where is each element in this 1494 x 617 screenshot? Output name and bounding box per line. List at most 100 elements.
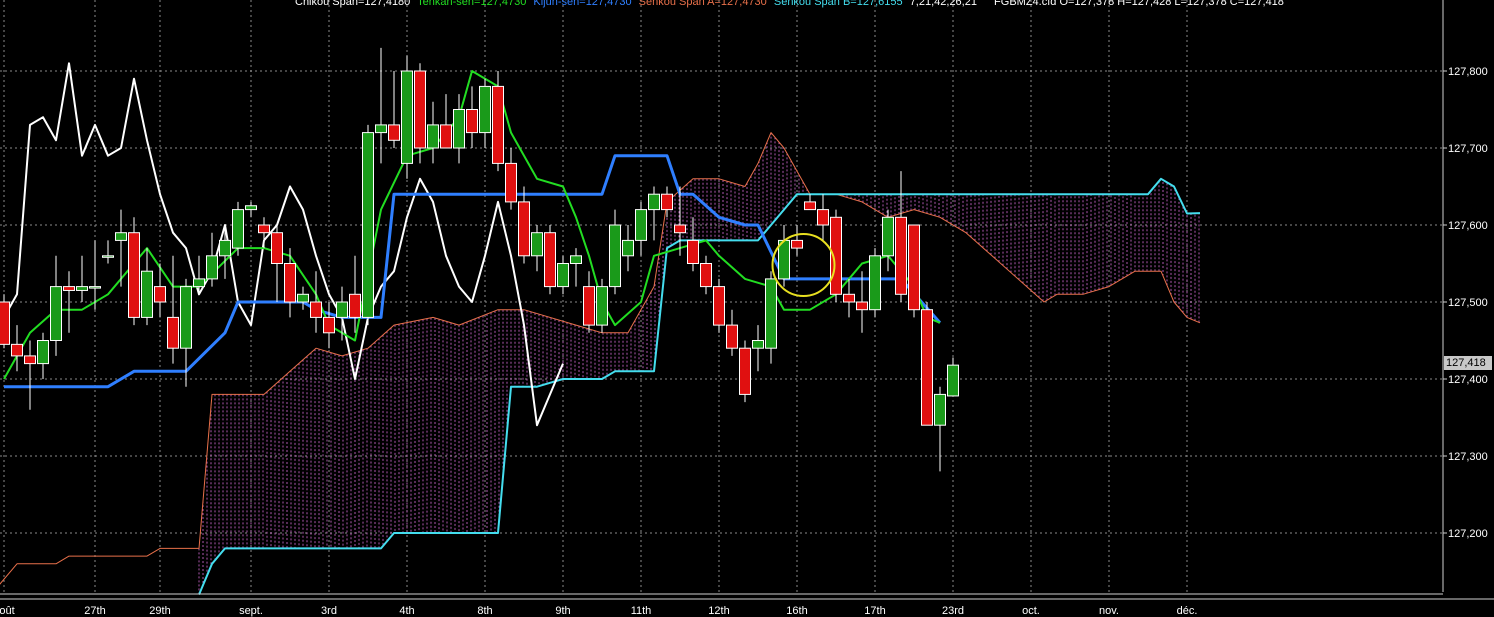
candle-body	[908, 224, 920, 311]
time-tick-label: 12th	[708, 605, 729, 617]
candle-body	[557, 263, 569, 288]
candle-body	[440, 124, 452, 149]
candle-body	[596, 286, 608, 326]
price-tick-label: 127,200	[1448, 528, 1488, 540]
candle-body	[414, 70, 426, 149]
candle-body	[921, 309, 933, 426]
time-tick-label: août	[0, 605, 15, 617]
candle-body	[583, 286, 595, 326]
time-tick-label: 16th	[786, 605, 807, 617]
candle-body	[336, 301, 348, 318]
candle-body	[271, 232, 283, 264]
candle-body	[375, 124, 387, 134]
candle-body	[661, 193, 673, 211]
time-tick-label: 23rd	[942, 605, 964, 617]
time-tick-label: 17th	[864, 605, 885, 617]
chikou-value: Chikou Span=127,4180	[295, 0, 411, 8]
candle-body	[791, 239, 803, 249]
candle-body	[323, 316, 335, 334]
time-tick-label: oct.	[1022, 605, 1040, 617]
candle-body	[817, 209, 829, 226]
candle-body	[622, 239, 634, 257]
candle-body	[895, 216, 907, 295]
time-tick-label: 8th	[477, 605, 492, 617]
candle-body	[37, 340, 49, 365]
candle-body	[427, 124, 439, 149]
candle-body	[362, 132, 374, 318]
candle-body	[0, 301, 10, 345]
candle-body	[752, 340, 764, 349]
candle-body	[804, 201, 816, 211]
price-tick-label: 127,800	[1448, 66, 1488, 78]
kijun-value: Kijun-sen=127,4730	[533, 0, 632, 8]
price-tick-label: 127,300	[1448, 451, 1488, 463]
price-tick-label: 127,400	[1448, 374, 1488, 386]
time-tick-label: 4th	[399, 605, 414, 617]
senkou-a-value: Senkou Span A=127,4730	[638, 0, 767, 8]
time-tick-label: 27th	[84, 605, 105, 617]
candle-body	[401, 70, 413, 164]
candle-body	[310, 301, 322, 318]
candle-body	[206, 255, 218, 280]
indicator-header: Chikou Span=127,4180 Tenkan-sen=127,4730…	[295, 0, 1288, 8]
candle-body	[50, 286, 62, 342]
tenkan-value: Tenkan-sen=127,4730	[417, 0, 527, 8]
candle-body	[869, 255, 881, 311]
candle-body	[232, 209, 244, 249]
time-tick-label: nov.	[1099, 605, 1119, 617]
candle-body	[167, 316, 179, 349]
senkou-b-value: Senkou Span B=127,6155	[773, 0, 903, 8]
candle-body	[726, 324, 738, 349]
candle-body	[63, 286, 75, 291]
time-tick-label: 3rd	[321, 605, 337, 617]
candle-body	[115, 232, 127, 241]
candle-body	[258, 224, 270, 234]
candle-body	[154, 286, 166, 303]
candle-body	[947, 364, 959, 397]
candle-body	[453, 109, 465, 149]
candle-body	[128, 232, 140, 318]
candle-body	[505, 162, 517, 203]
candle-body	[843, 293, 855, 303]
candle-body	[544, 232, 556, 288]
price-tick-label: 127,700	[1448, 143, 1488, 155]
time-tick-label: déc.	[1177, 605, 1198, 617]
candle-body	[531, 232, 543, 257]
candle-body	[297, 293, 309, 303]
candle-body	[102, 255, 114, 258]
candle-body	[284, 263, 296, 303]
candle-body	[635, 209, 647, 241]
candle-body	[76, 286, 88, 291]
candle-body	[739, 347, 751, 395]
candle-body	[180, 286, 192, 349]
candle-body	[11, 343, 23, 357]
chart-background	[0, 0, 1494, 617]
candle-body	[466, 109, 478, 134]
candle-body	[856, 301, 868, 311]
candle-body	[492, 85, 504, 164]
candle-body	[713, 286, 725, 326]
candle-body	[687, 239, 699, 264]
time-tick-label: 29th	[149, 605, 170, 617]
candle-body	[934, 393, 946, 426]
candle-body	[700, 263, 712, 288]
ohlc-value: FGBMZ4.cfd O=127,378 H=127,428 L=127,378…	[994, 0, 1284, 8]
last-price-label: 127,418	[1444, 356, 1492, 370]
candle-body	[518, 201, 530, 257]
candle-body	[648, 193, 660, 211]
ichimoku-chart[interactable]: 127,800 127,700 127,600 127,500 127,400 127,3…	[0, 0, 1494, 617]
candle-body	[245, 205, 257, 211]
candle-body	[388, 124, 400, 141]
candle-body	[570, 255, 582, 265]
candle-body	[219, 239, 231, 257]
candle-body	[141, 270, 153, 318]
candle-body	[193, 278, 205, 288]
time-tick-label: 9th	[555, 605, 570, 617]
candle-body	[882, 216, 894, 257]
candle-body	[674, 224, 686, 234]
candle-body	[609, 224, 621, 288]
time-tick-label: 11th	[631, 605, 652, 617]
candle-body	[765, 278, 777, 349]
price-tick-label: 127,500	[1448, 297, 1488, 309]
candle-body	[479, 85, 491, 134]
